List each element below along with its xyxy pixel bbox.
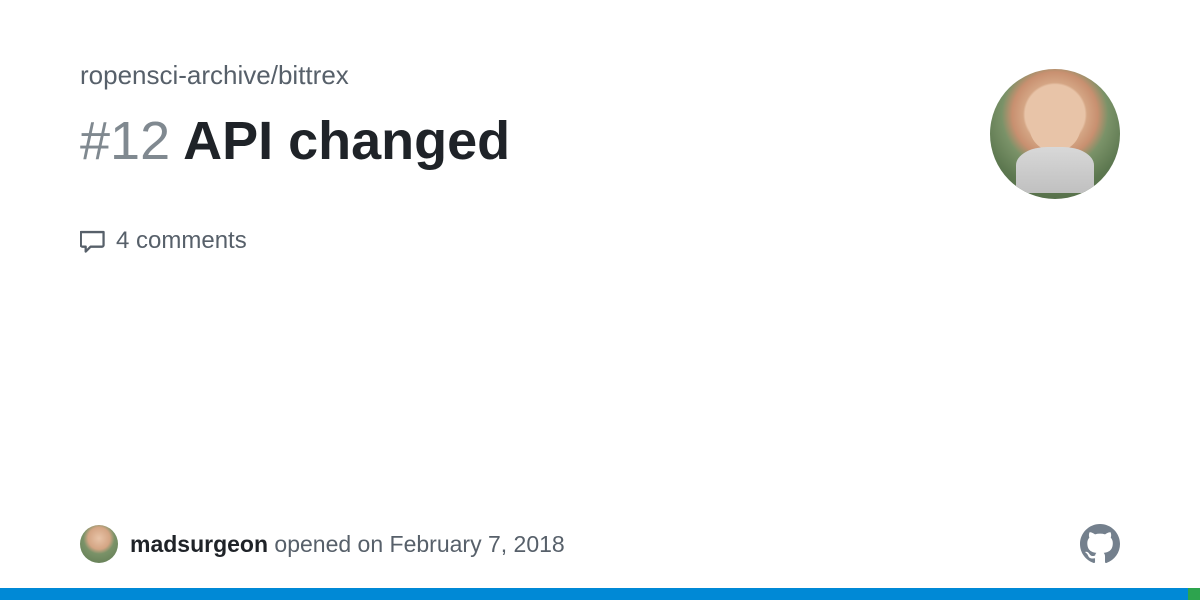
github-logo-icon[interactable]	[1080, 524, 1120, 564]
footer: madsurgeon opened on February 7, 2018	[80, 524, 1120, 564]
accent-bar-blue	[0, 588, 1188, 600]
author-avatar-large[interactable]	[990, 69, 1120, 199]
author-avatar-small[interactable]	[80, 525, 118, 563]
issue-date: February 7, 2018	[390, 531, 565, 557]
issue-title[interactable]: #12 API changed	[80, 109, 990, 174]
footer-author: madsurgeon opened on February 7, 2018	[80, 525, 565, 563]
comment-icon	[80, 228, 106, 254]
title-row: #12 API changed	[80, 109, 1120, 199]
author-username[interactable]: madsurgeon	[130, 531, 268, 557]
accent-bar-green	[1188, 588, 1200, 600]
accent-bar	[0, 588, 1200, 600]
issue-title-text: API changed	[183, 111, 510, 171]
issue-number: #12	[80, 111, 170, 171]
author-action: opened on	[274, 531, 383, 557]
issue-card: ropensci-archive/bittrex #12 API changed…	[0, 0, 1200, 600]
author-line: madsurgeon opened on February 7, 2018	[130, 531, 565, 558]
repo-path[interactable]: ropensci-archive/bittrex	[80, 60, 1120, 91]
comments-row[interactable]: 4 comments	[80, 227, 1120, 255]
title-block: #12 API changed	[80, 109, 990, 174]
comments-count: 4 comments	[116, 227, 247, 255]
